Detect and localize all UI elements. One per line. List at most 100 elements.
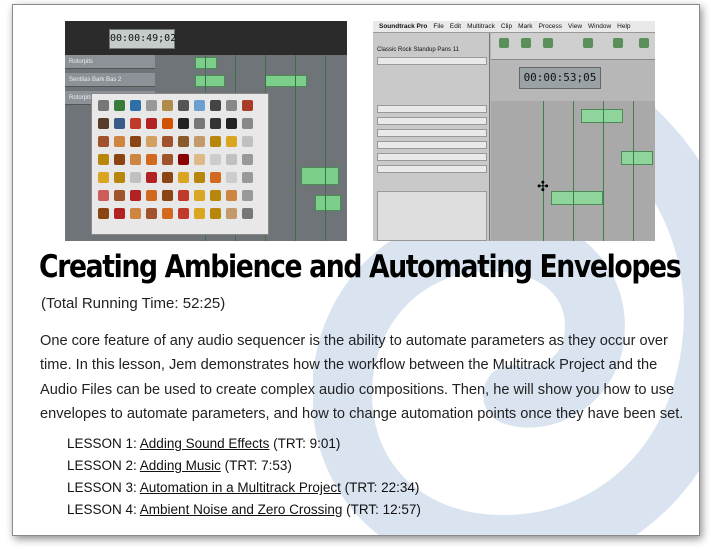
audio-clip [195, 57, 217, 69]
running-time: (Total Running Time: 52:25) [41, 295, 226, 312]
instrument-icon [226, 136, 237, 147]
instrument-icon [226, 118, 237, 129]
instrument-icon [98, 136, 109, 147]
instrument-icon [130, 172, 141, 183]
instrument-icon [242, 172, 253, 183]
lesson-link-adding-sound-effects[interactable]: Adding Sound Effects [140, 436, 270, 451]
add-beat-marker-icon [613, 38, 623, 48]
instrument-icon [210, 208, 221, 219]
instrument-icon [162, 100, 173, 111]
new-project-icon [499, 38, 509, 48]
menu-item: File [433, 23, 444, 30]
grid-line [603, 101, 604, 241]
audio-clip [581, 109, 623, 123]
instrument-icon [242, 154, 253, 165]
lesson-link-automation[interactable]: Automation in a Multitrack Project [140, 480, 341, 495]
instrument-icon [210, 100, 221, 111]
menu-item: Mark [518, 23, 533, 30]
instrument-icon [194, 190, 205, 201]
inspector-field [377, 117, 487, 125]
instrument-icon [242, 208, 253, 219]
instrument-icon [194, 136, 205, 147]
instrument-icon [146, 190, 157, 201]
instrument-icon [114, 136, 125, 147]
instrument-icon [178, 118, 189, 129]
menu-bar: Soundtrack Pro File Edit Multitrack Clip Mark… [373, 21, 655, 33]
instrument-icon [146, 118, 157, 129]
instrument-icon [194, 100, 205, 111]
instrument-icon [162, 118, 173, 129]
instrument-icon [226, 190, 237, 201]
instrument-icon [98, 154, 109, 165]
move-cursor-icon: ✣ [537, 178, 549, 194]
list-item: LESSON 2: Adding Music (TRT: 7:53) [67, 455, 421, 477]
menu-item: Help [617, 23, 631, 30]
inspector-field [377, 153, 487, 161]
document-page: 00:00:49;02 Rotorpits Sentilas Bark Bas … [12, 4, 700, 536]
instrument-icon [114, 172, 125, 183]
instrument-icon [130, 118, 141, 129]
inspector-field [377, 105, 487, 113]
page-title: Creating Ambience and Automating Envelop… [39, 249, 682, 285]
menu-item: View [568, 23, 583, 30]
inspector-field [377, 129, 487, 137]
instrument-icon [162, 190, 173, 201]
instrument-icon [146, 172, 157, 183]
instrument-icon [210, 154, 221, 165]
lesson-label: LESSON 1: [67, 436, 140, 451]
instrument-icon [178, 172, 189, 183]
inspector-title: Classic Rock Standup Pans 11 [377, 47, 459, 53]
grid-line [325, 55, 326, 241]
grid-line [633, 101, 634, 241]
timecode-display: 00:00:49;02 [109, 29, 176, 49]
track-header: Sentilas Bark Bas 2 [65, 73, 155, 87]
audio-clip [301, 167, 339, 185]
instrument-icon [114, 154, 125, 165]
lesson-trt: (TRT: 7:53) [220, 458, 292, 473]
lesson-label: LESSON 4: [67, 502, 140, 517]
grid-line [295, 55, 296, 241]
lesson-label: LESSON 3: [67, 480, 140, 495]
lesson-label: LESSON 2: [67, 458, 140, 473]
instrument-icon [146, 100, 157, 111]
instrument-icon [130, 136, 141, 147]
lesson-trt: (TRT: 12:57) [342, 502, 421, 517]
instrument-icon [98, 190, 109, 201]
list-item: LESSON 1: Adding Sound Effects (TRT: 9:0… [67, 433, 421, 455]
audio-clip [195, 75, 225, 87]
instrument-icon [114, 100, 125, 111]
instrument-icon [210, 118, 221, 129]
inspector-field [377, 57, 487, 65]
fit-in-window-icon [639, 38, 649, 48]
lesson-trt: (TRT: 9:01) [269, 436, 341, 451]
screenshot-sound-effects: 00:00:49;02 Rotorpits Sentilas Bark Bas … [65, 21, 347, 241]
browser-grid [377, 191, 487, 241]
instrument-icon [194, 118, 205, 129]
instrument-icon [194, 172, 205, 183]
instrument-icon [210, 172, 221, 183]
instrument-icon [242, 100, 253, 111]
lesson-link-adding-music[interactable]: Adding Music [140, 458, 221, 473]
instrument-icon [226, 208, 237, 219]
lesson-trt: (TRT: 22:34) [340, 480, 420, 495]
menu-item: Multitrack [467, 23, 495, 30]
instrument-icon [242, 118, 253, 129]
instrument-icon [98, 208, 109, 219]
instrument-icon [162, 154, 173, 165]
audio-clip [265, 75, 307, 87]
lesson-link-ambient-noise[interactable]: Ambient Noise and Zero Crossing [140, 502, 343, 517]
instrument-icon [98, 100, 109, 111]
instrument-icon [162, 136, 173, 147]
instrument-icon [226, 100, 237, 111]
audio-clip [315, 195, 341, 211]
instrument-icon [210, 136, 221, 147]
inspector-field [377, 141, 487, 149]
instrument-icon [178, 100, 189, 111]
menu-item: Window [588, 23, 612, 30]
toolbar [491, 33, 655, 60]
grid-line [573, 101, 574, 241]
grid-line [543, 101, 544, 241]
instrument-icon [130, 190, 141, 201]
menu-item: Process [538, 23, 563, 30]
list-item: LESSON 3: Automation in a Multitrack Pro… [67, 477, 421, 499]
